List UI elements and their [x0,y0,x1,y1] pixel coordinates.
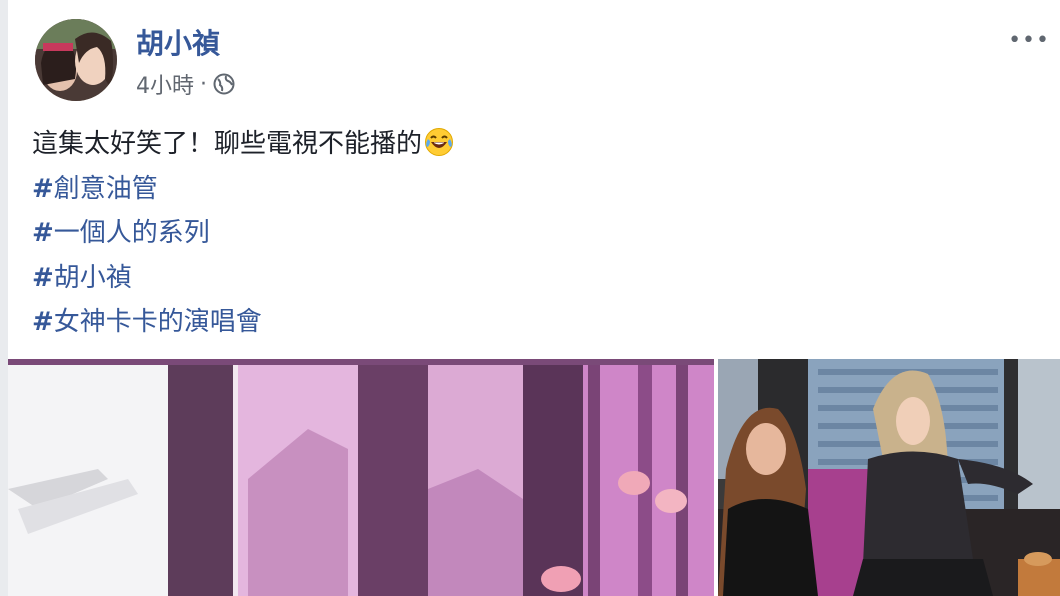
post-photo-window[interactable] [8,359,714,596]
hashtag-link[interactable]: #女神卡卡的演唱會 [32,300,454,345]
meta-separator: · [200,71,207,97]
hashtag-link[interactable]: #創意油管 [32,167,454,212]
post-body-text: 這集太好笑了！聊些電視不能播的 [32,129,423,159]
hashtag-link[interactable]: #一個人的系列 [32,211,454,256]
photo-interview-scene [718,359,1060,596]
post-card: 胡小禎 4小時 · ••• 這集太好笑了！聊些電視不能播的 #創意油管 #一個人… [8,0,1060,596]
photo-window-view [8,359,714,596]
avatar-photo [35,19,117,101]
post-text: 這集太好笑了！聊些電視不能播的 #創意油管 #一個人的系列 #胡小禎 #女神卡卡… [32,122,454,345]
post-timestamp[interactable]: 4小時 [136,68,194,100]
globe-icon[interactable] [213,73,235,95]
tears-of-joy-emoji-icon [424,127,454,157]
author-name[interactable]: 胡小禎 [136,22,220,62]
post-body-line: 這集太好笑了！聊些電視不能播的 [32,122,454,167]
author-avatar[interactable] [35,19,117,101]
post-meta: 4小時 · [136,68,235,100]
post-photo-interview[interactable] [718,359,1060,596]
more-options-icon[interactable]: ••• [1008,28,1050,53]
hashtag-link[interactable]: #胡小禎 [32,256,454,301]
